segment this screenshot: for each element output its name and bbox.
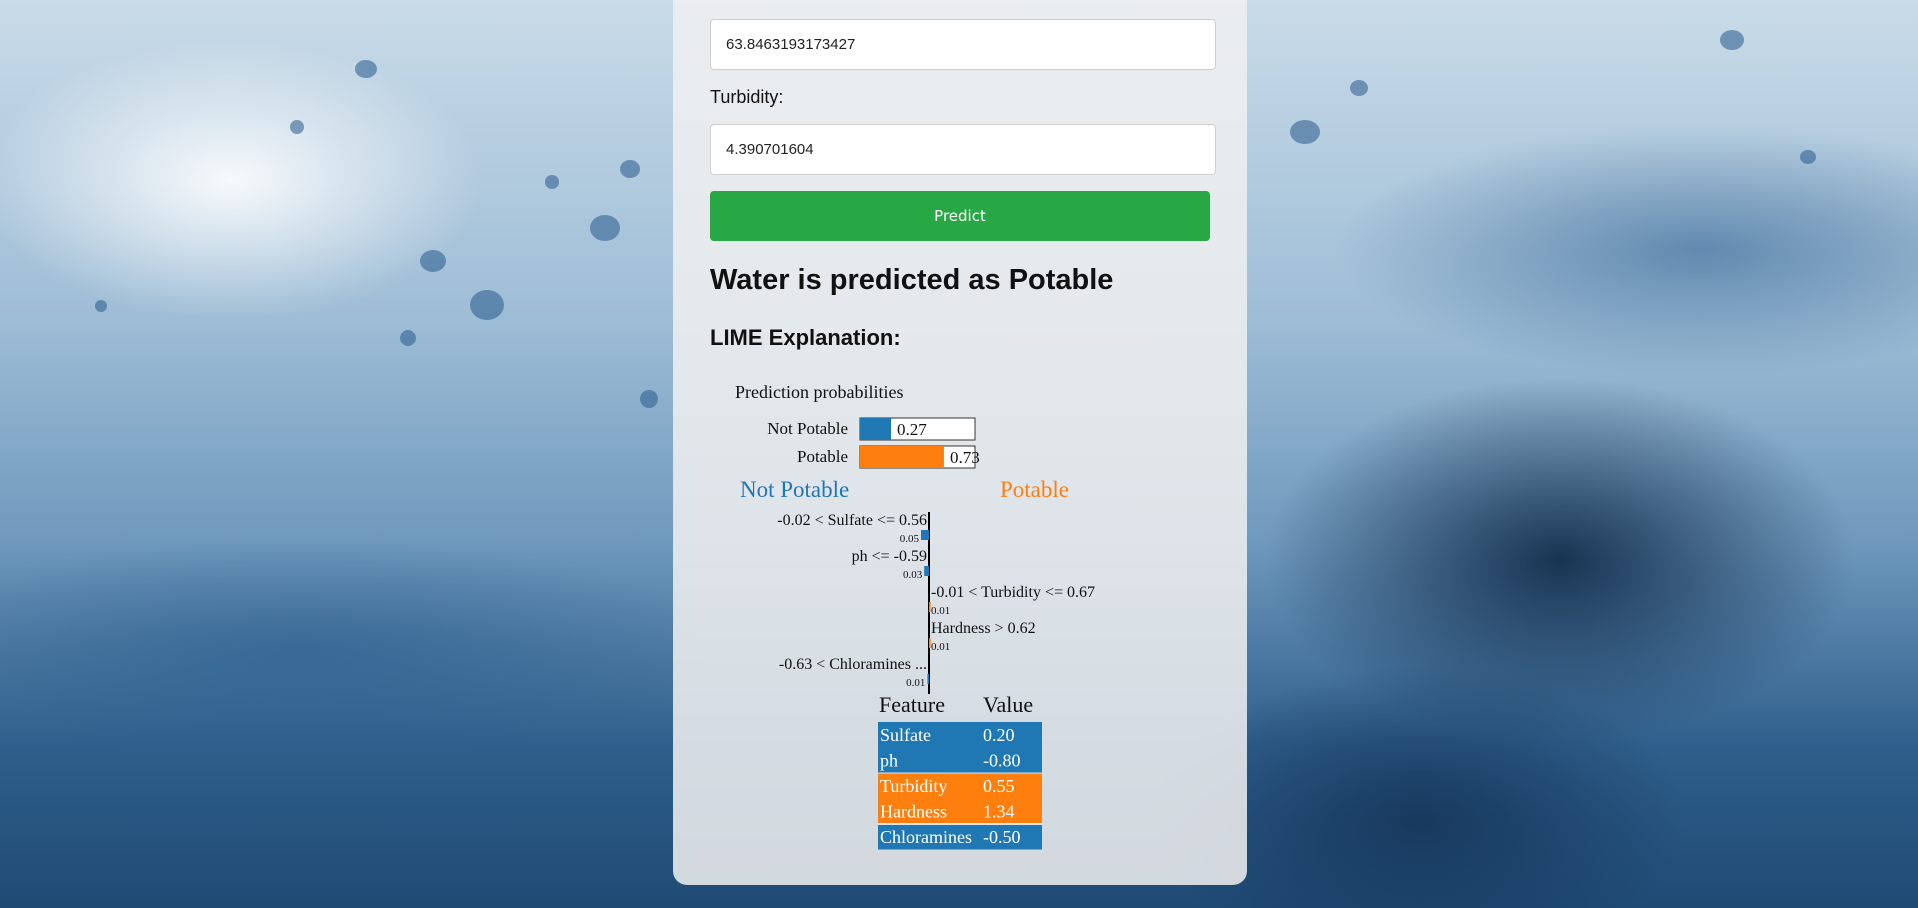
contribution-bar <box>921 530 929 540</box>
table-cell-value: -0.80 <box>983 751 1021 771</box>
class-label-not-potable: Not Potable <box>740 477 849 502</box>
table-cell-value: -0.50 <box>983 827 1021 847</box>
turbidity-label: Turbidity: <box>710 87 784 107</box>
probability-bar <box>860 418 892 440</box>
table-cell-value: 0.20 <box>983 725 1015 745</box>
class-label-potable: Potable <box>1000 477 1069 502</box>
table-cell-value: 0.55 <box>983 776 1015 796</box>
probabilities-title: Prediction probabilities <box>735 382 903 402</box>
table-header-value: Value <box>983 692 1033 717</box>
feature-condition-label: Hardness > 0.62 <box>931 620 1036 637</box>
probability-label: Not Potable <box>767 419 848 438</box>
table-cell-value: 1.34 <box>983 802 1015 822</box>
contribution-value: 0.03 <box>903 569 923 581</box>
prediction-result: Water is predicted as Potable <box>710 264 1114 296</box>
table-cell-feature: Chloramines <box>880 827 972 847</box>
probability-bar <box>860 446 944 468</box>
probability-label: Potable <box>797 447 848 466</box>
predict-button[interactable]: Predict <box>710 191 1210 241</box>
table-header-feature: Feature <box>879 692 945 717</box>
feature-condition-label: -0.01 < Turbidity <= 0.67 <box>931 584 1095 601</box>
contribution-value: 0.01 <box>931 605 950 617</box>
feature-condition-label: -0.02 < Sulfate <= 0.56 <box>777 512 927 529</box>
previous-feature-input[interactable] <box>710 19 1216 70</box>
table-cell-feature: Turbidity <box>880 776 947 796</box>
lime-explanation-heading: LIME Explanation: <box>710 325 901 350</box>
contribution-value: 0.01 <box>931 641 950 653</box>
probability-value: 0.73 <box>950 448 980 467</box>
contribution-bar <box>927 674 929 684</box>
lime-explanation-chart: Prediction probabilities Not Potable 0.27 P… <box>735 382 1095 850</box>
table-cell-feature: ph <box>880 751 898 771</box>
contribution-bar <box>924 566 929 576</box>
contribution-value: 0.05 <box>900 533 920 545</box>
feature-condition-label: ph <= -0.59 <box>852 548 927 565</box>
turbidity-input[interactable] <box>710 124 1216 175</box>
table-cell-feature: Hardness <box>880 802 947 822</box>
probability-value: 0.27 <box>897 420 927 439</box>
feature-condition-label: -0.63 < Chloramines ... <box>779 656 927 673</box>
contribution-value: 0.01 <box>906 677 925 689</box>
table-cell-feature: Sulfate <box>880 725 931 745</box>
